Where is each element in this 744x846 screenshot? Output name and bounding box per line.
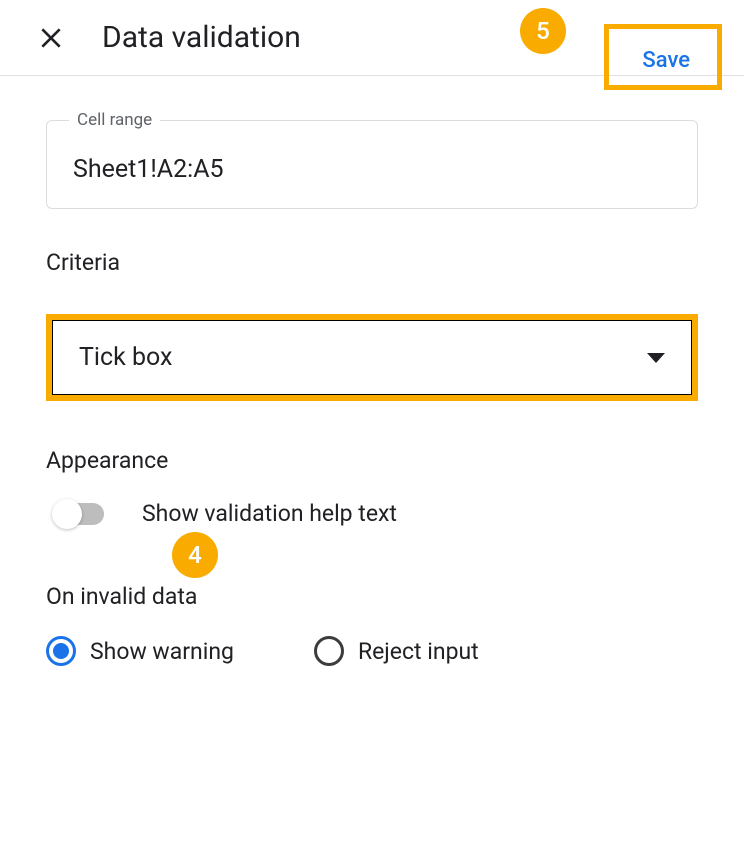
invalid-data-label: On invalid data — [46, 583, 698, 610]
appearance-label: Appearance — [46, 447, 698, 474]
invalid-data-section: On invalid data Show warning Reject inpu… — [46, 583, 698, 666]
save-button[interactable]: Save — [618, 34, 714, 87]
cell-range-label: Cell range — [69, 110, 160, 130]
close-icon[interactable] — [38, 25, 64, 51]
appearance-section: Appearance Show validation help text — [46, 447, 698, 527]
chevron-down-icon — [647, 353, 665, 363]
help-text-toggle-label: Show validation help text — [142, 500, 397, 527]
help-text-toggle[interactable] — [54, 503, 104, 525]
header: Data validation Save — [0, 0, 744, 76]
cell-range-value: Sheet1!A2:A5 — [73, 155, 671, 184]
criteria-dropdown[interactable]: Tick box — [52, 320, 692, 395]
radio-icon-selected — [46, 636, 76, 666]
cell-range-field[interactable]: Cell range Sheet1!A2:A5 — [46, 120, 698, 209]
invalid-data-radio-group: Show warning Reject input — [46, 636, 698, 666]
radio-icon-unselected — [314, 636, 344, 666]
radio-show-warning-label: Show warning — [90, 638, 234, 665]
radio-reject-input[interactable]: Reject input — [314, 636, 479, 666]
criteria-label: Criteria — [46, 249, 698, 276]
toggle-knob — [52, 499, 82, 529]
criteria-dropdown-value: Tick box — [79, 343, 172, 372]
criteria-section: Criteria 4 Tick box — [46, 249, 698, 401]
content: Cell range Sheet1!A2:A5 Criteria 4 Tick … — [0, 76, 744, 666]
annotation-highlight-criteria: Tick box — [46, 314, 698, 401]
help-text-toggle-row: Show validation help text — [46, 500, 698, 527]
radio-reject-input-label: Reject input — [358, 638, 479, 665]
radio-show-warning[interactable]: Show warning — [46, 636, 234, 666]
page-title: Data validation — [102, 20, 301, 55]
annotation-step-5: 5 — [520, 8, 566, 54]
annotation-step-4: 4 — [172, 532, 218, 578]
